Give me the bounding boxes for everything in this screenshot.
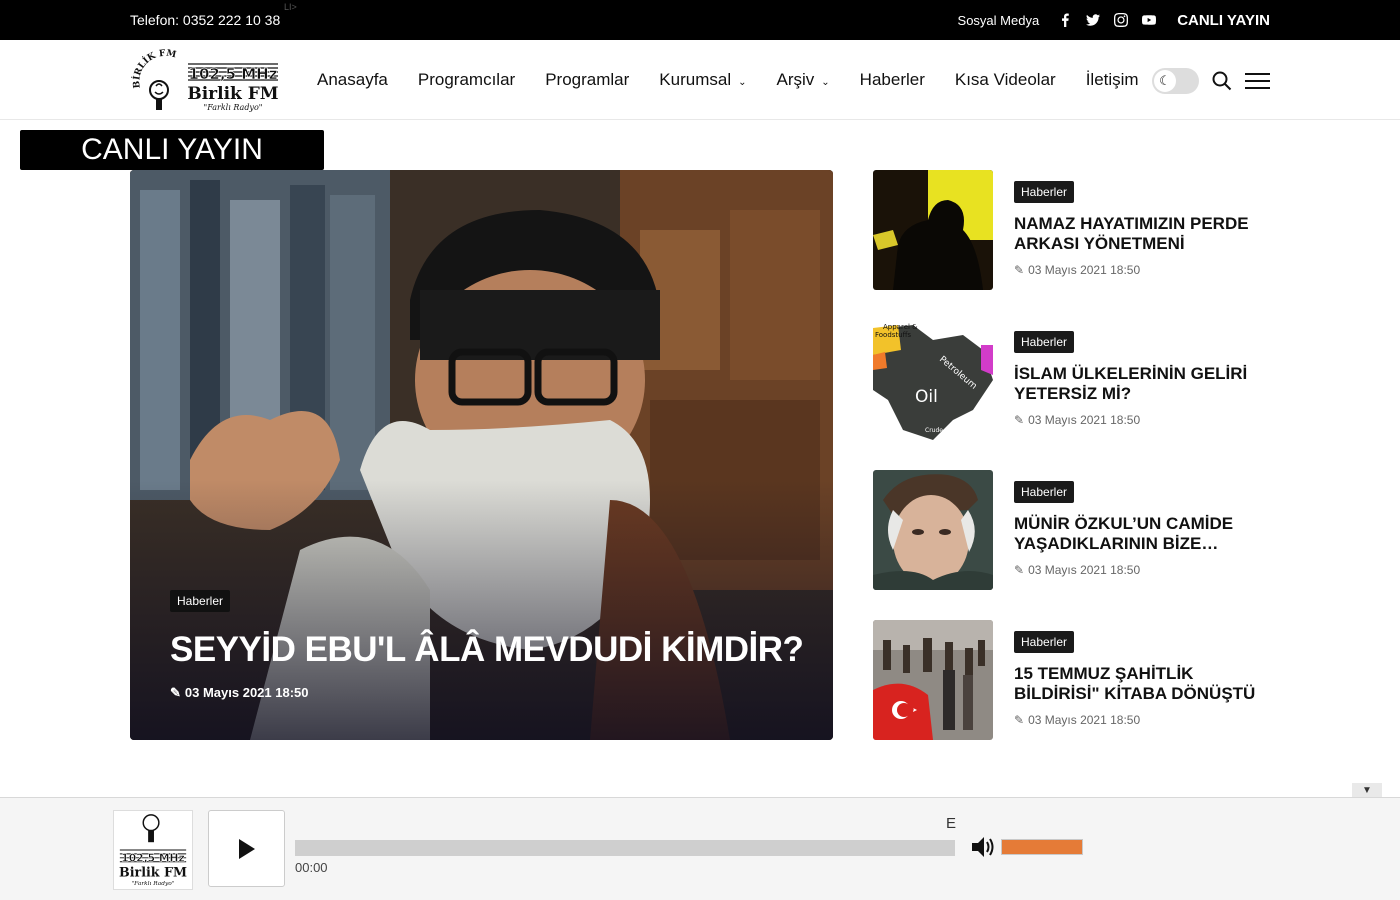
news-thumbnail[interactable] <box>873 470 993 590</box>
phone-number: Telefon: 0352 222 10 38 <box>130 12 281 28</box>
featured-category-badge[interactable]: Haberler <box>170 590 231 612</box>
social-links: Sosyal Medya CANLI YAYIN <box>958 0 1270 40</box>
news-item[interactable]: Haberler MÜNİR ÖZKUL’UN CAMİDE YAŞADIKLA… <box>873 470 1273 590</box>
chevron-down-icon: ⌄ <box>821 76 830 88</box>
pencil-icon: ✎ <box>1014 263 1025 277</box>
news-date: ✎ 03 Mayıs 2021 18:50 <box>1014 413 1141 427</box>
news-item[interactable]: Haberler 15 TEMMUZ ŞAHİTLİK BİLDİRİSİ" K… <box>873 620 1273 740</box>
instagram-icon[interactable] <box>1114 13 1129 27</box>
player-station-logo: 102,5 MHz Birlik FM "Farklı Radyo" <box>113 810 193 890</box>
nav-item-label: Anasayfa <box>317 70 388 89</box>
player-logo-name: Birlik FM <box>119 864 187 879</box>
top-bar: Telefon: 0352 222 10 38 LI> Sosyal Medya… <box>0 0 1400 40</box>
nav-item[interactable]: Anasayfa <box>317 70 388 90</box>
live-broadcast-banner[interactable]: CANLI YAYIN <box>20 130 324 170</box>
elapsed-time: 00:00 <box>295 860 328 875</box>
hamburger-menu-icon[interactable] <box>1245 73 1270 89</box>
nav-item[interactable]: Kısa Videolar <box>955 70 1056 90</box>
nav-item-label: Kurumsal <box>659 70 732 89</box>
player-logo-tagline: "Farklı Radyo" <box>131 881 174 887</box>
news-title[interactable]: MÜNİR ÖZKUL’UN CAMİDE YAŞADIKLARININ BİZ… <box>1014 514 1264 554</box>
nav-item[interactable]: Haberler <box>860 70 925 90</box>
nav-item[interactable]: Arşiv ⌄ <box>777 70 830 90</box>
news-thumbnail[interactable] <box>873 620 993 740</box>
search-icon[interactable] <box>1212 71 1232 91</box>
news-thumbnail[interactable]: Apparel & Foodstuffs Oil Petroleum Crude… <box>873 320 993 440</box>
nav-item[interactable]: Programlar <box>545 70 629 90</box>
news-title[interactable]: İSLAM ÜLKELERİNİN GELİRİ YETERSİZ Mİ? <box>1014 364 1264 404</box>
news-date: ✎ 03 Mayıs 2021 18:50 <box>1014 713 1141 727</box>
nav-item-label: Arşiv <box>776 70 815 89</box>
logo-name: Birlik FM <box>187 84 278 104</box>
news-date: ✎ 03 Mayıs 2021 18:50 <box>1014 263 1141 277</box>
news-category-badge[interactable]: Haberler <box>1014 181 1075 203</box>
play-button[interactable] <box>208 810 285 887</box>
nav-menu: Anasayfa Programcılar Programlar Kurumsal ⌄ A… <box>317 40 1169 120</box>
nav-item-label: İletişim <box>1085 70 1139 89</box>
pencil-icon: ✎ <box>1014 413 1025 427</box>
news-item[interactable]: Apparel & Foodstuffs Oil Petroleum Crude… <box>873 320 1273 440</box>
moon-icon: ☾ <box>1154 70 1176 92</box>
collapse-player-button[interactable]: ▼ <box>1352 783 1382 797</box>
news-item[interactable]: Haberler NAMAZ HAYATIMIZIN PERDE ARKASI … <box>873 170 1273 290</box>
main-navigation: BİRLİK FM 102,5 MHz Birlik FM "Farklı Ra… <box>0 40 1400 120</box>
nav-item[interactable]: Programcılar <box>418 70 515 90</box>
news-category-badge[interactable]: Haberler <box>1014 481 1075 503</box>
featured-gradient <box>130 480 833 740</box>
audio-player: 102,5 MHz Birlik FM "Farklı Radyo" E 00:… <box>0 797 1400 900</box>
nav-item-label: Programcılar <box>417 70 516 89</box>
progress-track[interactable] <box>295 840 955 856</box>
logo-frequency: 102,5 MHz <box>189 65 278 83</box>
volume-icon[interactable] <box>969 833 997 861</box>
news-title[interactable]: NAMAZ HAYATIMIZIN PERDE ARKASI YÖNETMENİ <box>1014 214 1264 254</box>
news-thumbnail[interactable] <box>873 170 993 290</box>
logo-tagline: "Farklı Radyo" <box>204 103 263 112</box>
player-logo-frequency: 102,5 MHz <box>121 852 185 865</box>
pencil-icon: ✎ <box>1014 713 1025 727</box>
volume-slider[interactable] <box>1001 839 1083 855</box>
birlik-fm-logo[interactable]: BİRLİK FM 102,5 MHz Birlik FM "Farklı Ra… <box>130 46 282 114</box>
play-icon <box>238 838 255 859</box>
news-category-badge[interactable]: Haberler <box>1014 331 1075 353</box>
pencil-icon: ✎ <box>170 685 181 700</box>
twitter-icon[interactable] <box>1086 13 1101 27</box>
map-label: Apparel & <box>883 323 918 331</box>
featured-date: ✎ 03 Mayıs 2021 18:50 <box>170 685 309 700</box>
news-title[interactable]: 15 TEMMUZ ŞAHİTLİK BİLDİRİSİ" KİTABA DÖN… <box>1014 664 1264 704</box>
pencil-icon: ✎ <box>1014 563 1025 577</box>
nav-item-label: Kısa Videolar <box>954 70 1056 89</box>
dark-mode-toggle[interactable]: ☾ <box>1152 68 1199 94</box>
nav-item[interactable]: İletişim <box>1086 70 1139 90</box>
station-title: E <box>946 815 957 832</box>
youtube-icon[interactable] <box>1142 13 1157 27</box>
news-category-badge[interactable]: Haberler <box>1014 631 1075 653</box>
map-label: Crude Oil <box>925 427 953 434</box>
featured-article[interactable]: Haberler SEYYİD EBU'L ÂLÂ MEVDUDİ KİMDİR… <box>130 170 833 740</box>
social-label: Sosyal Medya <box>957 12 1040 28</box>
chevron-down-icon: ⌄ <box>738 76 747 88</box>
nav-item-label: Programlar <box>545 70 630 89</box>
featured-title[interactable]: SEYYİD EBU'L ÂLÂ MEVDUDİ KİMDİR? <box>170 630 804 670</box>
stray-markup-text: LI> <box>284 2 297 12</box>
caret-down-icon: ▼ <box>1362 784 1372 796</box>
live-broadcast-link[interactable]: CANLI YAYIN <box>1177 12 1270 29</box>
news-date: ✎ 03 Mayıs 2021 18:50 <box>1014 563 1141 577</box>
nav-item-label: Haberler <box>859 70 925 89</box>
map-label: Foodstuffs <box>875 331 911 339</box>
nav-item[interactable]: Kurumsal ⌄ <box>659 70 746 90</box>
facebook-icon[interactable] <box>1058 13 1072 27</box>
map-label: Oil <box>915 387 938 407</box>
